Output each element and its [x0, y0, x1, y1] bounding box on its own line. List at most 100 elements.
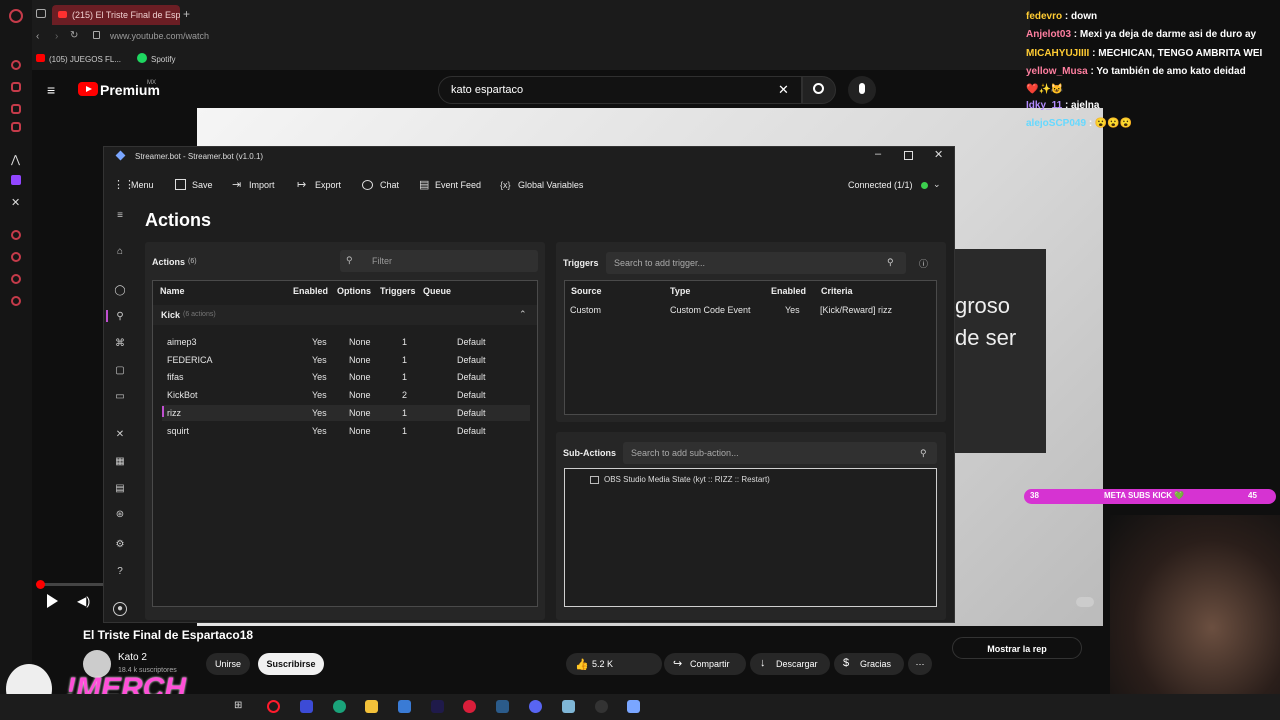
tab-overview-icon[interactable] — [36, 9, 46, 18]
trigger-search-input[interactable]: Search to add trigger... — [606, 252, 906, 274]
explorer-taskbar-icon[interactable] — [365, 700, 378, 713]
table-row[interactable]: fifas Yes None 1 Default — [162, 369, 530, 385]
opera-gx-taskbar-icon[interactable] — [267, 700, 280, 713]
col-triggers[interactable]: Triggers — [380, 286, 416, 296]
edge-taskbar-icon[interactable] — [333, 700, 346, 713]
nav-tools-icon[interactable]: ✕ — [113, 429, 127, 440]
autoplay-toggle[interactable] — [1076, 597, 1094, 607]
whatsapp-icon[interactable] — [11, 82, 21, 92]
messenger-icon[interactable] — [11, 60, 21, 70]
share-button[interactable]: ↪ Compartir — [664, 653, 746, 675]
history-icon[interactable] — [11, 230, 21, 240]
table-row[interactable]: aimep3 Yes None 1 Default — [162, 334, 530, 350]
export-button[interactable]: Export — [315, 180, 341, 190]
trigger-search-icon[interactable]: ⚲ — [887, 257, 894, 268]
subaction-search-icon[interactable]: ⚲ — [920, 448, 927, 459]
more-actions-button[interactable]: ⋯ — [908, 653, 932, 675]
notes-taskbar-icon[interactable] — [562, 700, 575, 713]
youtube-logo-icon[interactable] — [78, 82, 98, 96]
nav-list-icon[interactable]: ▤ — [113, 483, 127, 494]
close-icon[interactable]: ✕ — [934, 148, 943, 161]
like-button[interactable]: 5.2 K 👍 — [566, 653, 662, 675]
play-icon[interactable] — [47, 594, 58, 608]
obs-taskbar-icon[interactable] — [595, 700, 608, 713]
nav-commands-icon[interactable]: ⌘ — [113, 338, 127, 349]
new-tab-icon[interactable]: + — [183, 7, 190, 21]
aria-icon[interactable]: ⋀ — [11, 153, 20, 166]
table-row[interactable]: squirt Yes None 1 Default — [162, 423, 530, 439]
subaction-item[interactable]: OBS Studio Media State (kyt :: RIZZ :: R… — [604, 475, 770, 484]
nav-user-icon[interactable]: ◯ — [113, 285, 127, 296]
twitch-icon[interactable] — [11, 175, 21, 185]
forward-icon[interactable]: › — [55, 31, 58, 42]
chevron-down-icon[interactable]: ⌄ — [933, 179, 941, 190]
table-row-selected[interactable]: rizz Yes None 1 Default — [162, 405, 530, 421]
instagram-icon[interactable] — [11, 104, 21, 114]
join-button[interactable]: Unirse — [206, 653, 250, 675]
progress-scrubber[interactable] — [36, 580, 45, 589]
channel-name[interactable]: Kato 2 — [118, 652, 147, 663]
subscribe-button[interactable]: Suscribirse — [258, 653, 324, 675]
nav-menu-icon[interactable]: ≡ — [113, 210, 127, 221]
nav-account-icon[interactable]: ● — [113, 602, 127, 616]
tab-youtube[interactable]: (215) El Triste Final de Esp — [52, 5, 180, 25]
col-type[interactable]: Type — [670, 286, 690, 296]
media-taskbar-icon[interactable] — [463, 700, 476, 713]
clear-search-icon[interactable]: ✕ — [778, 82, 789, 98]
col-trigger-enabled[interactable]: Enabled — [771, 286, 806, 296]
bookmark-spotify[interactable]: Spotify — [151, 55, 175, 64]
voice-search-button[interactable] — [848, 76, 876, 104]
volume-icon[interactable]: ◀) — [77, 594, 90, 608]
store-taskbar-icon[interactable] — [398, 700, 411, 713]
show-chat-replay-button[interactable]: Mostrar la rep — [952, 637, 1082, 659]
col-options[interactable]: Options — [337, 286, 371, 296]
audition-taskbar-icon[interactable] — [431, 700, 444, 713]
collapse-chevron-icon[interactable]: ⌃ — [519, 309, 527, 320]
nav-home-icon[interactable]: ⌂ — [113, 246, 127, 257]
actions-filter-input[interactable]: Filter — [340, 250, 538, 272]
reload-icon[interactable]: ↻ — [70, 30, 78, 41]
col-source[interactable]: Source — [571, 286, 602, 296]
nav-settings-icon[interactable]: ⚙ — [113, 539, 127, 550]
nav-help-icon[interactable]: ? — [113, 566, 127, 577]
download-button[interactable]: ↓ Descargar — [750, 653, 830, 675]
app-taskbar-icon[interactable] — [496, 700, 509, 713]
discord-taskbar-icon[interactable] — [529, 700, 542, 713]
nav-apps-icon[interactable]: ▦ — [113, 456, 127, 467]
connection-status[interactable]: Connected (1/1) — [848, 180, 913, 190]
search-button[interactable] — [802, 76, 836, 104]
event-feed-button[interactable]: Event Feed — [435, 180, 481, 190]
streamerbot-taskbar-icon[interactable] — [627, 700, 640, 713]
youtube-search-input[interactable]: kato espartaco — [438, 76, 802, 104]
x-icon[interactable]: ✕ — [11, 196, 20, 209]
settings-icon[interactable] — [11, 296, 21, 306]
bookmark-juegos[interactable]: (105) JUEGOS FL... — [49, 55, 121, 64]
maximize-icon[interactable] — [904, 151, 913, 160]
global-variables-button[interactable]: Global Variables — [518, 180, 583, 190]
minimize-icon[interactable]: – — [875, 148, 881, 160]
hamburger-menu-icon[interactable]: ≡ — [47, 82, 55, 98]
subaction-search-input[interactable]: Search to add sub-action... — [623, 442, 937, 464]
chat-button[interactable]: Chat — [380, 180, 399, 190]
table-row[interactable]: FEDERICA Yes None 1 Default — [162, 352, 530, 368]
col-name[interactable]: Name — [160, 286, 185, 296]
nav-video-icon[interactable]: ▭ — [113, 391, 127, 402]
vegas-taskbar-icon[interactable] — [300, 700, 313, 713]
opera-logo-icon[interactable] — [9, 9, 23, 23]
col-criteria[interactable]: Criteria — [821, 286, 853, 296]
url-field[interactable]: www.youtube.com/watch — [110, 31, 209, 41]
nav-integrations-icon[interactable]: ▢ — [113, 365, 127, 376]
telegram-icon[interactable] — [11, 122, 21, 132]
table-row[interactable]: KickBot Yes None 2 Default — [162, 387, 530, 403]
nav-actions-icon[interactable]: ⚲ — [113, 311, 127, 322]
back-icon[interactable]: ‹ — [36, 31, 39, 42]
info-icon[interactable]: ⓘ — [919, 257, 928, 270]
heart-icon[interactable] — [11, 274, 21, 284]
col-queue[interactable]: Queue — [423, 286, 451, 296]
thanks-button[interactable]: $ Gracias — [834, 653, 904, 675]
clock-icon[interactable] — [11, 252, 21, 262]
import-button[interactable]: Import — [249, 180, 275, 190]
save-button[interactable]: Save — [192, 180, 213, 190]
nav-broadcast-icon[interactable]: ⊛ — [113, 509, 127, 520]
col-enabled[interactable]: Enabled — [293, 286, 328, 296]
